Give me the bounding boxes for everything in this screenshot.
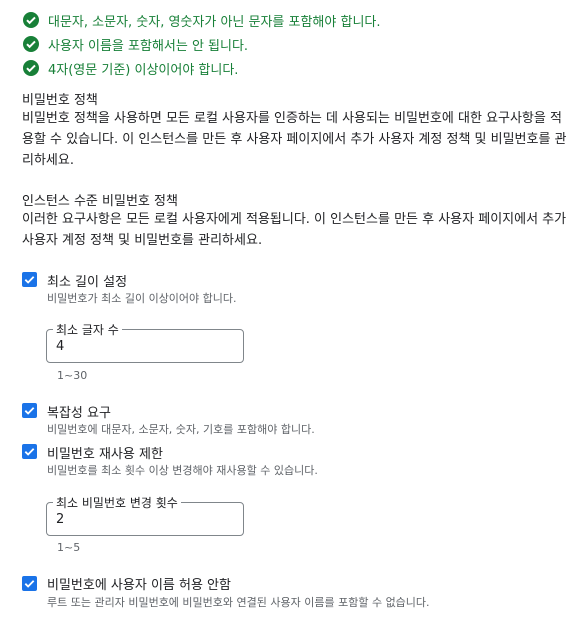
min-password-changes-field-label: 최소 비밀번호 변경 횟수 [53,494,181,511]
reuse-restriction-description: 비밀번호를 최소 횟수 이상 변경해야 재사용할 수 있습니다. [47,464,318,477]
min-password-changes-hint: 1~5 [57,541,81,554]
requirement-text: 대문자, 소문자, 숫자, 영숫자가 아닌 문자를 포함해야 합니다. [48,14,381,30]
check-circle-icon [22,35,40,53]
instance-policy-description: 이러한 요구사항은 모든 로컬 사용자에게 적용됩니다. 이 인스턴스를 만든 … [22,212,567,248]
checkmark-icon [24,580,35,588]
complexity-label: 복잡성 요구 [47,406,111,421]
checkmark-icon [24,276,35,284]
min-length-label: 최소 길이 설정 [47,275,128,290]
requirement-item: 대문자, 소문자, 숫자, 영숫자가 아닌 문자를 포함해야 합니다. [22,10,381,30]
requirement-text: 사용자 이름을 포함해서는 안 됩니다. [48,38,249,54]
check-circle-icon [22,11,40,29]
checkmark-icon [24,407,35,415]
min-characters-field-label: 최소 글자 수 [53,321,122,338]
complexity-description: 비밀번호에 대문자, 소문자, 숫자, 기호를 포함해야 합니다. [47,423,315,436]
disallow-username-checkbox[interactable] [22,576,37,591]
password-policy-title: 비밀번호 정책 [22,93,98,108]
reuse-restriction-label: 비밀번호 재사용 제한 [47,447,163,462]
min-password-changes-field[interactable]: 최소 비밀번호 변경 횟수 2 [46,494,244,536]
min-length-checkbox[interactable] [22,272,37,287]
requirement-item: 4자(영문 기준) 이상이어야 합니다. [22,58,238,78]
min-characters-value: 4 [56,339,65,354]
check-circle-icon [22,59,40,77]
checkmark-icon [24,448,35,456]
min-length-description: 비밀번호가 최소 길이 이상이어야 합니다. [47,292,237,305]
disallow-username-label: 비밀번호에 사용자 이름 허용 안함 [47,578,231,593]
requirement-item: 사용자 이름을 포함해서는 안 됩니다. [22,34,248,54]
reuse-restriction-checkbox[interactable] [22,444,37,459]
instance-policy-title: 인스턴스 수준 비밀번호 정책 [22,194,178,209]
min-characters-field[interactable]: 최소 글자 수 4 [46,321,244,363]
complexity-checkbox[interactable] [22,403,37,418]
min-password-changes-value: 2 [56,512,65,527]
min-characters-hint: 1~30 [57,369,88,382]
requirement-text: 4자(영문 기준) 이상이어야 합니다. [48,62,239,78]
password-policy-description: 비밀번호 정책을 사용하면 모든 로컬 사용자를 인증하는 데 사용되는 비밀번… [22,111,567,168]
disallow-username-description: 루트 또는 관리자 비밀번호에 비밀번호와 연결된 사용자 이름를 포함할 수 … [47,596,430,609]
